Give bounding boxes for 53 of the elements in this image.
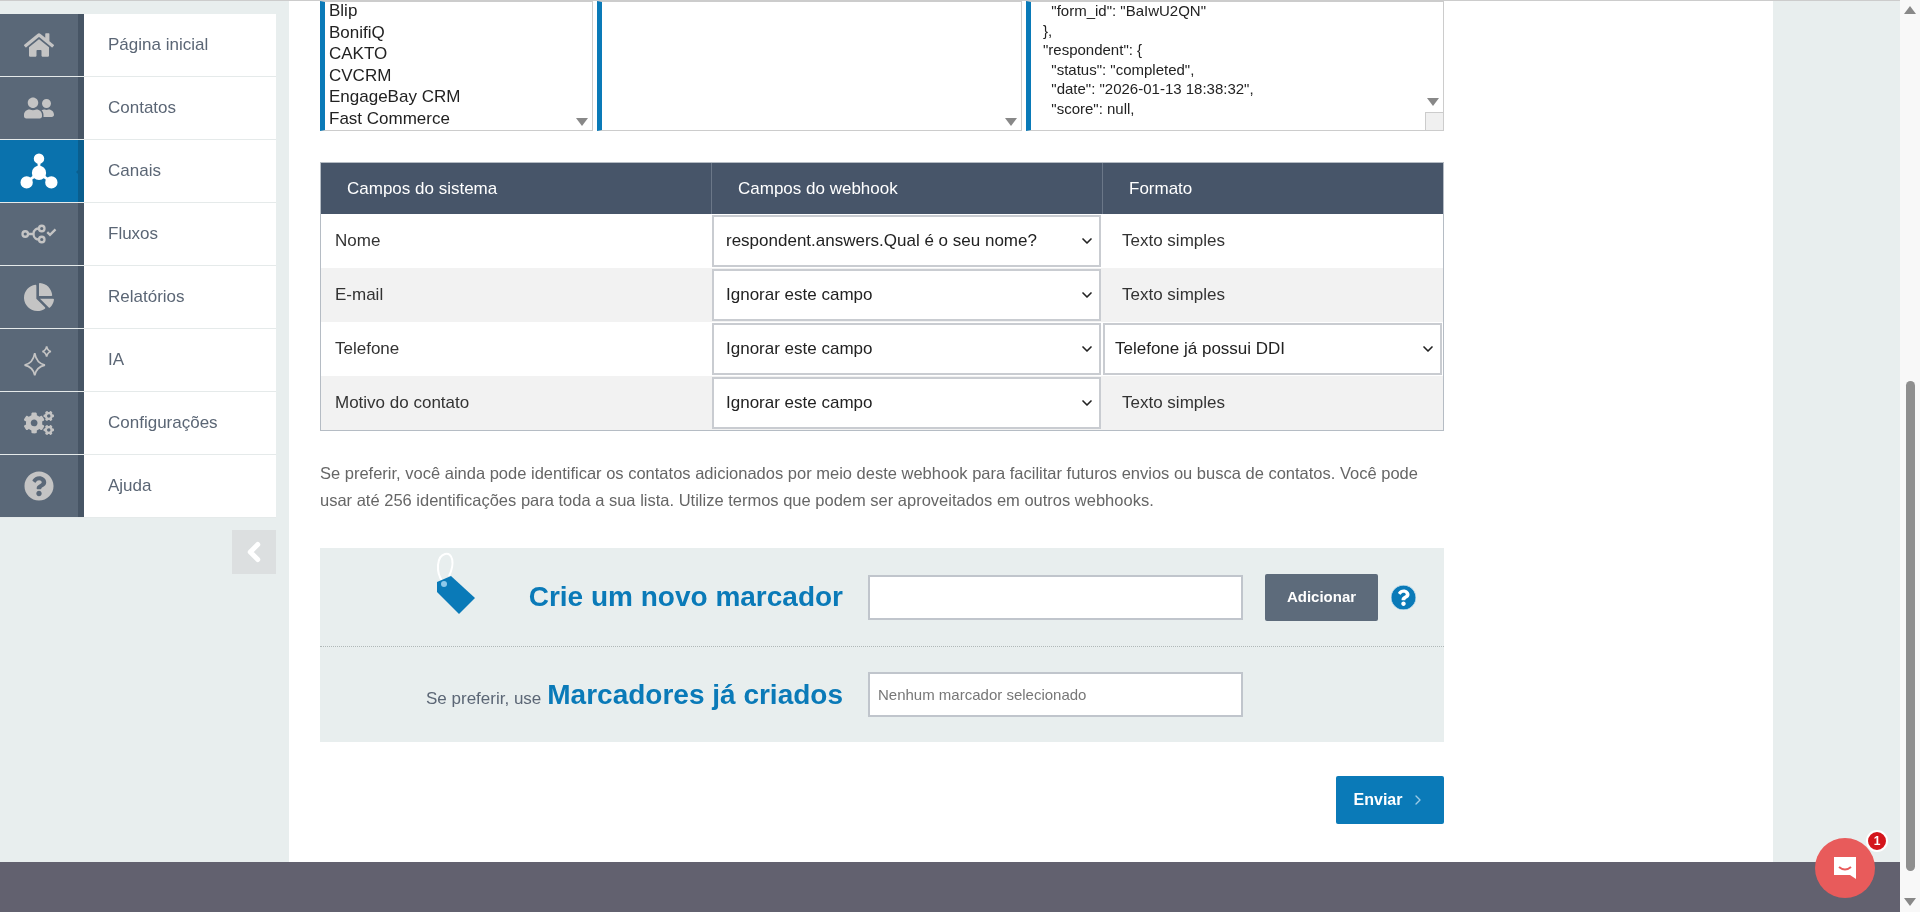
existing-tags-title: Marcadores já criados [547, 677, 843, 712]
existing-tags-prefix: Se preferir, use [426, 687, 542, 710]
table-cell-text: Motivo do contato [334, 392, 471, 415]
new-tag-title: Crie um novo marcador [528, 580, 843, 614]
scrollbar-thumb[interactable] [1905, 381, 1915, 871]
code-line: "date": "2026-01-13 18:38:32", [1050, 79, 1254, 99]
flow-icon [20, 223, 58, 245]
table-cell-text: Telefone [334, 338, 401, 361]
code-line: }, [1043, 20, 1053, 40]
table-cell-text: Texto simples [1121, 284, 1226, 307]
webhook-field-select[interactable]: Ignorar este campo [712, 269, 1101, 321]
scroll-down-icon [1005, 118, 1017, 126]
payload-textarea[interactable]: "form_id": "BaIwU2QN" }, "respondent": { "status": "completed", "date": "2026-01-13 18:38:32", "score": null, [1026, 1, 1444, 131]
pie-chart-icon [24, 282, 54, 312]
webhook-field-select[interactable]: Ignorar este campo [712, 377, 1101, 429]
existing-tags-input[interactable]: Nenhum marcador selecionado [868, 672, 1243, 717]
table-cell-text: E-mail [334, 284, 385, 307]
notification-badge: 1 [1866, 830, 1888, 852]
help-paragraph: Se preferir, você ainda pode identificar os contatos adicionados por meio deste webhook para facilitar futuros envios ou busca de contatos. Você pode usar até 256 identificações para toda a sua lista. Utilize termos que podem ser aproveitados em outros webhooks. [320, 463, 1419, 511]
home-icon [24, 30, 54, 60]
scroll-down-icon [1904, 898, 1916, 906]
chat-button[interactable] [1815, 838, 1875, 898]
network-icon [20, 152, 58, 190]
submit-button[interactable]: Enviar [1336, 776, 1444, 824]
list-option[interactable]: EngageBay CRM [329, 86, 592, 108]
format-select[interactable]: Telefone já possui DDI [1103, 323, 1442, 375]
resize-handle-icon [1425, 112, 1443, 130]
new-tag-input[interactable] [868, 574, 1243, 620]
list-option[interactable]: CAKTO [329, 43, 592, 65]
help-icon[interactable] [1391, 584, 1416, 610]
column-header: Campos do sistema [346, 177, 499, 200]
webhook-field-select[interactable]: respondent.answers.Qual é o seu nome? [712, 215, 1101, 267]
integrations-list[interactable]: Blip BonifiQ CAKTO CVCRM EngageBay CRM Fast Commerce [320, 1, 593, 131]
code-line: "respondent": { [1043, 40, 1143, 60]
chat-icon [1831, 854, 1859, 882]
list-option[interactable]: Fast Commerce [329, 107, 592, 129]
scroll-down-icon [576, 118, 588, 126]
code-line: "status": "completed", [1050, 59, 1195, 79]
scrollbar[interactable] [1900, 0, 1920, 912]
table-cell-text: Texto simples [1121, 230, 1226, 253]
table-cell-text: Nome [334, 230, 382, 253]
list-option[interactable]: BonifiQ [329, 21, 592, 43]
table-cell-text: Texto simples [1121, 392, 1226, 415]
gears-icon [24, 408, 54, 438]
help-icon [24, 471, 54, 501]
code-line: "score": null, [1050, 98, 1135, 118]
field-list[interactable] [597, 1, 1022, 131]
scroll-up-icon [1904, 6, 1916, 14]
list-option[interactable]: CVCRM [329, 64, 592, 86]
add-tag-button[interactable]: Adicionar [1265, 573, 1378, 621]
list-option[interactable]: Blip [329, 2, 592, 22]
code-line: "form_id": "BaIwU2QN" [1050, 2, 1206, 21]
webhook-field-select[interactable]: Ignorar este campo [712, 323, 1101, 375]
